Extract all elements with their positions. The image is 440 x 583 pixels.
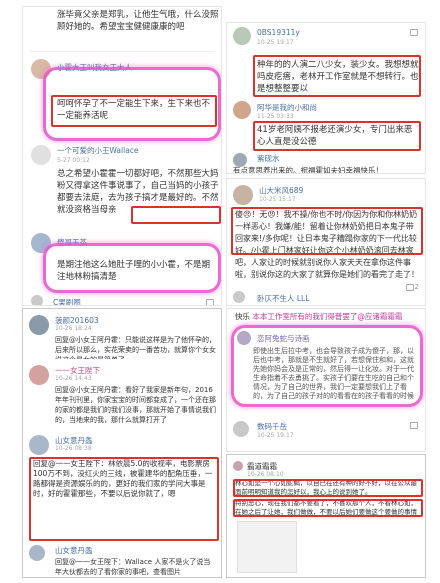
right-top-panel: 0BS19311y 10-25 19:17 种年的的人演二八少女，装少女。我想想… — [226, 22, 426, 174]
highlight-box — [29, 457, 219, 541]
comment-username[interactable]: 数码千岳 — [257, 421, 287, 432]
pink-highlight — [43, 67, 221, 141]
comment-time: 10-25 19:17 — [257, 432, 294, 439]
comment-username[interactable]: 阿华是我的小和尚 — [257, 102, 317, 113]
highlight-box — [131, 206, 221, 224]
right-bot-top-panel: 快乐 本本工作室所有的我们得普罢了@应诸霜霜霜 恋阿兔蛇与诗画 即使出生后拉中考… — [226, 308, 426, 452]
comment-time: 10-25 19:17 — [257, 39, 294, 46]
comment-text: 即使出生后拉中考，也会导致孩子成为傻子，那，以后也中考，那就是不生就好了，若想保… — [253, 347, 414, 400]
comment-username[interactable]: 山女意丹螽 — [55, 545, 93, 556]
highlight-box — [233, 499, 423, 517]
thumb-up-icon — [405, 283, 414, 291]
comment-time: 10-26 14:43 — [55, 375, 92, 382]
comment-time: 10-25 15:17 — [259, 196, 296, 203]
avatar[interactable] — [29, 365, 49, 385]
avatar[interactable] — [233, 461, 243, 471]
left-bot-panel: 菠颜201603 10-26 18:24 回复@小女王阿丹霍：只能说这样是为了他… — [22, 308, 222, 578]
avatar[interactable] — [31, 295, 43, 305]
avatar[interactable] — [29, 435, 49, 455]
attached-image[interactable] — [237, 521, 297, 573]
comment-username[interactable]: 紫砚水 — [257, 153, 280, 164]
post-title-text: 本本工作室所有的我们得普罢了@应诸霜霜霜 — [252, 312, 403, 321]
thumb-up-icon — [410, 421, 418, 429]
comment-username[interactable]: 0BS19311y — [257, 28, 300, 37]
comment-username[interactable]: 山大米风689 — [259, 185, 303, 196]
comment-time: 10-26 08:10 — [247, 471, 284, 478]
like-button[interactable]: 2 — [405, 283, 419, 291]
highlight-box — [253, 55, 421, 97]
comment-time: 10-26 18:24 — [55, 325, 92, 332]
thumb-up-icon — [410, 28, 418, 36]
comment-time: 5-27 00:12 — [57, 157, 90, 164]
like-count: 2 — [414, 283, 419, 291]
footer-username[interactable]: 卧仄不生人 LLL — [257, 293, 309, 304]
avatar[interactable] — [233, 101, 251, 119]
comment-time: 10-26 08:38 — [55, 445, 92, 452]
comment-time: 11-25 03:33 — [257, 113, 294, 120]
post-title: 快乐 本本工作室所有的我们得普罢了@应诸霜霜霜 — [235, 311, 423, 323]
avatar[interactable] — [29, 315, 49, 335]
comment-text: 有点意思养出来的。祝福霍如夫妇幸福快乐！ — [233, 166, 383, 174]
right-bottom-panel: 霸道霜霜 10-26 08:10 林心如是一个心如蛇蝎，以自已在还有种的好不好，… — [226, 454, 426, 578]
pink-highlight — [43, 243, 221, 293]
like-button[interactable] — [410, 28, 419, 36]
highlight-box — [233, 479, 423, 497]
like-button[interactable] — [206, 298, 215, 305]
comment-username[interactable]: 一个可爱的小王Wallace — [57, 145, 139, 156]
highlight-box — [253, 121, 421, 151]
post-title-label: 快乐 — [235, 312, 253, 321]
highlight-box — [231, 207, 423, 255]
avatar[interactable] — [233, 185, 253, 205]
avatar[interactable] — [233, 27, 251, 45]
comment-text: 回复@一一女王陛下：Wallace 人家不是火了说当年大伙都去的了看你家的事吧，… — [55, 558, 211, 576]
avatar[interactable] — [233, 291, 245, 303]
comment-text: 回复@小女王阿丹霍：看好了我家是新年句，2016年年刊刊里，你家宝宝的时间都变成… — [55, 386, 216, 424]
avatar[interactable] — [233, 421, 249, 437]
footer-username[interactable]: C果刷圈 — [53, 297, 81, 305]
comment-text: 涨毕竟父亲是郑乳，让他生气哦，什么没照顾好她的。希望宝宝健健康康的吧 — [57, 10, 219, 32]
right-mid-panel: 山大米风689 10-25 15:17 傻😠！无😠！我不操/你也不时/你因为你和… — [226, 178, 426, 306]
divider — [29, 51, 215, 52]
comment-text: 回复@小女王阿丹霍：只能说这样是为了他怀孕的，后来所以那么，实花荣卖的一番苦功，… — [55, 336, 216, 359]
avatar[interactable] — [31, 145, 51, 165]
avatar[interactable] — [29, 545, 45, 561]
thumb-up-icon — [206, 298, 214, 305]
avatar[interactable] — [237, 331, 251, 345]
comment-username[interactable]: 恋阿兔蛇与诗画 — [257, 333, 310, 344]
left-top-panel: 涨毕竟父亲是郑乳，让他生气哦，什么没照顾好她的。希望宝宝健健康康的吧 小霍大王叫… — [22, 6, 222, 306]
like-button[interactable] — [410, 421, 419, 429]
